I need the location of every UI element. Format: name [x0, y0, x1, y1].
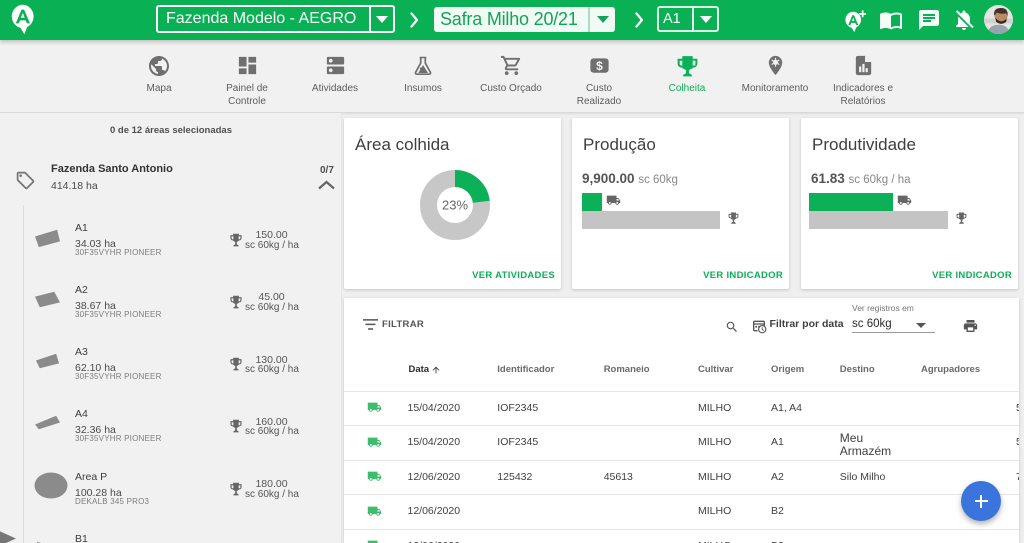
svg-text:$: $	[596, 59, 603, 73]
svg-text:23%: 23%	[442, 198, 468, 213]
